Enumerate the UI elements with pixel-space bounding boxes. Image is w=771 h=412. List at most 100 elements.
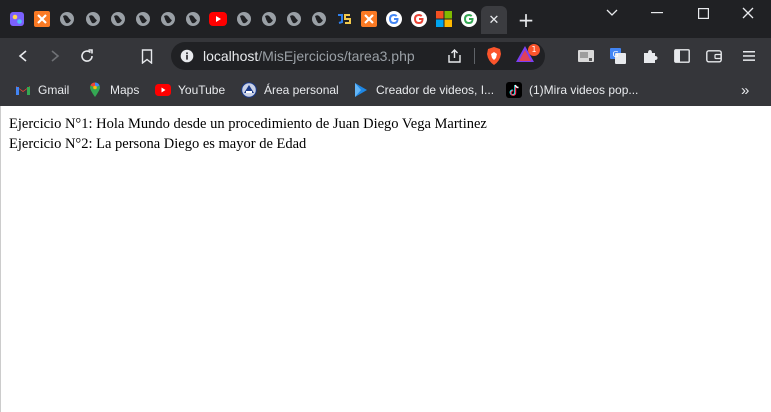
google-icon <box>411 11 427 27</box>
tab-globe-2[interactable] <box>82 8 104 30</box>
back-arrow-icon <box>18 50 27 62</box>
globe-icon <box>111 12 125 26</box>
bookmark-icon <box>141 48 153 64</box>
bookmarks-overflow-button[interactable]: » <box>741 80 749 100</box>
reload-icon <box>81 49 93 62</box>
tab-globe-10[interactable] <box>308 8 330 30</box>
tab-strip: ✕ + <box>0 0 771 38</box>
minimize-button[interactable] <box>589 0 635 26</box>
xampp-icon <box>361 11 377 27</box>
xampp-icon <box>34 11 50 27</box>
page-content: Ejercicio N°1: Hola Mundo desde un proce… <box>0 106 771 412</box>
bookmark-label: Creador de videos, I... <box>376 83 495 97</box>
address-bar[interactable]: localhost/MisEjercicios/tarea3.php 1 <box>171 42 545 70</box>
reload-button[interactable] <box>75 44 99 68</box>
app-launcher-icon <box>10 12 24 26</box>
extension-translate[interactable]: G <box>606 44 630 68</box>
tab-globe-4[interactable] <box>132 8 154 30</box>
svg-text:G: G <box>613 50 619 59</box>
tab-google-2[interactable] <box>408 8 430 30</box>
tab-xampp-2[interactable] <box>358 8 380 30</box>
tab-js[interactable] <box>333 8 355 30</box>
tab-globe-6[interactable] <box>182 8 204 30</box>
bookmark-label: Maps <box>110 83 140 97</box>
bookmark-label: (1)Mira videos pop... <box>529 83 639 97</box>
sidebar-toggle-button[interactable] <box>670 44 694 68</box>
globe-icon <box>86 12 100 26</box>
google-icon <box>461 11 477 27</box>
globe-icon <box>186 12 200 26</box>
sidebar-icon <box>674 49 690 63</box>
url-path: /MisEjercicios/tarea3.php <box>258 48 415 64</box>
globe-icon <box>161 12 175 26</box>
bookmark-area-personal[interactable]: Área personal <box>241 80 339 100</box>
tab-google-3[interactable] <box>458 8 480 30</box>
tab-google-1[interactable] <box>383 8 405 30</box>
brave-shields-icon[interactable] <box>485 46 503 66</box>
translate-icon: G <box>610 48 626 64</box>
screenshot-extension-icon <box>578 50 594 62</box>
rewards-badge: 1 <box>528 44 540 56</box>
tab-globe-8[interactable] <box>258 8 280 30</box>
bookmark-label: YouTube <box>178 83 226 97</box>
globe-icon <box>60 12 74 26</box>
bookmark-tiktok[interactable]: (1)Mira videos pop... <box>506 80 638 100</box>
share-icon[interactable] <box>447 49 462 63</box>
tab-globe-1[interactable] <box>56 8 78 30</box>
microsoft-icon <box>436 11 452 27</box>
google-icon <box>386 11 402 27</box>
tab-youtube[interactable] <box>207 8 229 30</box>
globe-icon <box>262 12 276 26</box>
close-icon[interactable]: ✕ <box>489 13 500 28</box>
window-close-button[interactable] <box>725 0 771 26</box>
extensions-button[interactable] <box>638 44 662 68</box>
wallet-button[interactable] <box>702 44 726 68</box>
brave-rewards-button[interactable]: 1 <box>515 44 540 67</box>
bookmark-youtube[interactable]: YouTube <box>155 80 225 100</box>
school-emblem-icon <box>241 82 257 98</box>
tab-globe-9[interactable] <box>283 8 305 30</box>
bookmark-gmail[interactable]: Gmail <box>15 80 69 100</box>
window-minimize-button[interactable] <box>634 0 680 26</box>
url-host: localhost <box>203 48 259 64</box>
globe-icon <box>312 12 326 26</box>
exercise-1-output: Ejercicio N°1: Hola Mundo desde un proce… <box>9 116 487 132</box>
globe-icon <box>136 12 150 26</box>
play-triangle-icon <box>353 82 369 98</box>
youtube-icon <box>155 82 171 98</box>
wallet-icon <box>706 50 722 63</box>
gmail-icon <box>15 82 31 98</box>
url-text[interactable]: localhost/MisEjercicios/tarea3.php <box>203 48 415 64</box>
minimize-icon <box>651 12 663 14</box>
tab-globe-3[interactable] <box>107 8 129 30</box>
tab-globe-7[interactable] <box>233 8 255 30</box>
tab-microsoft[interactable] <box>433 8 455 30</box>
new-tab-button[interactable]: + <box>515 10 537 32</box>
puzzle-icon <box>644 50 658 63</box>
tab-globe-5[interactable] <box>157 8 179 30</box>
bookmark-creador-videos[interactable]: Creador de videos, I... <box>353 80 494 100</box>
back-button[interactable] <box>11 44 35 68</box>
omnibox-divider <box>474 48 475 64</box>
globe-icon <box>287 12 301 26</box>
tab-xampp[interactable] <box>31 8 53 30</box>
info-icon[interactable] <box>180 49 194 63</box>
tab-active[interactable]: ✕ <box>481 6 507 34</box>
bookmark-button[interactable] <box>135 44 159 68</box>
js-icon <box>336 11 352 27</box>
close-icon <box>742 7 754 19</box>
youtube-icon <box>209 12 227 26</box>
maximize-icon <box>697 7 709 19</box>
toolbar: localhost/MisEjercicios/tarea3.php 1 G <box>0 38 771 74</box>
bookmark-label: Gmail <box>38 83 70 97</box>
window-maximize-button[interactable] <box>680 0 726 26</box>
bookmark-label: Área personal <box>264 83 339 97</box>
forward-button[interactable] <box>43 44 67 68</box>
menu-button[interactable] <box>737 44 761 68</box>
bookmark-maps[interactable]: Maps <box>87 80 139 100</box>
extension-screenshot[interactable] <box>574 44 598 68</box>
tab-app-launcher[interactable] <box>6 8 28 30</box>
bookmarks-bar: Gmail Maps YouTube Área personal Creador… <box>0 74 771 106</box>
forward-arrow-icon <box>51 50 60 62</box>
chevron-down-icon <box>606 9 618 16</box>
